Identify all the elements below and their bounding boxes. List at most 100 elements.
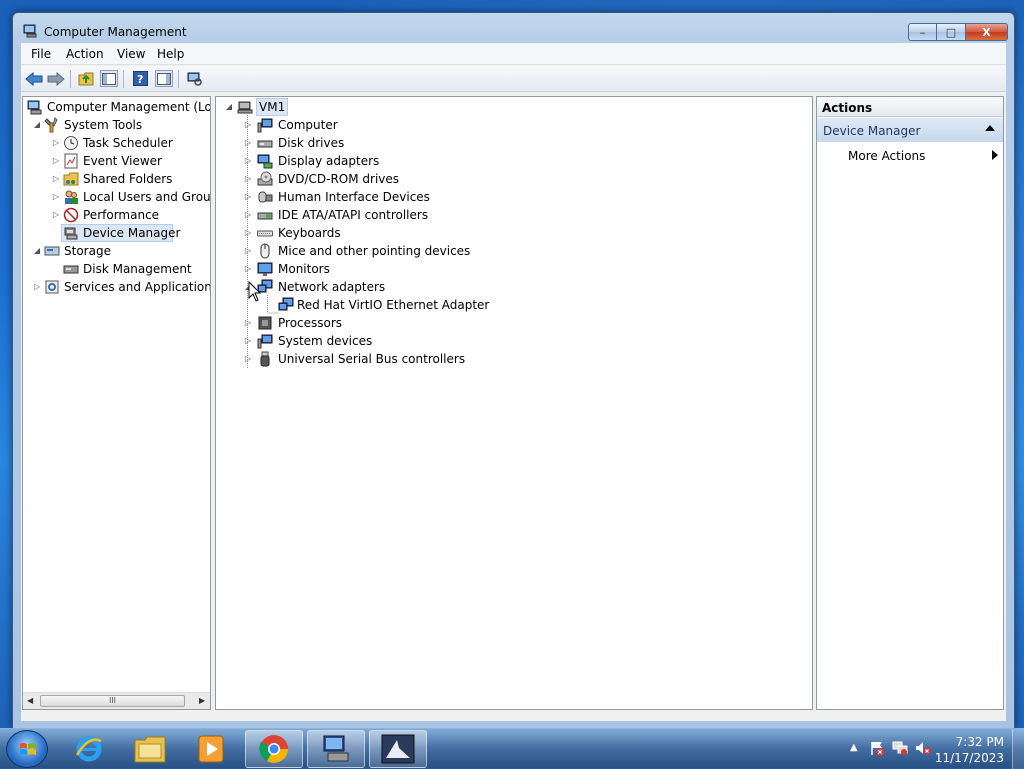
window-client-area: File Action View Help ? Computer Managem… [21, 43, 1006, 721]
title-bar[interactable]: Computer Management – □ X [13, 13, 1014, 43]
device-root-label: VM1 [256, 98, 289, 116]
show-hide-action-pane-icon[interactable] [155, 70, 173, 87]
mouse-icon [260, 243, 270, 259]
expand-arrow-icon[interactable]: ▷ [244, 242, 252, 260]
mouse-cursor-icon [248, 281, 262, 302]
expand-arrow-icon[interactable]: ▷ [244, 260, 252, 278]
expand-arrow-icon[interactable]: ▷ [244, 206, 252, 224]
menu-view[interactable]: View [117, 47, 145, 61]
collapse-arrow-icon[interactable]: ◢ [33, 242, 41, 260]
expand-arrow-icon[interactable]: ▷ [244, 350, 252, 368]
tree-root-label: Computer Management (Local [47, 100, 211, 114]
taskbar-media-player[interactable] [182, 730, 240, 768]
computer-management-icon [323, 735, 349, 762]
monitor-icon [257, 262, 273, 276]
event-viewer-icon [64, 153, 78, 169]
device-category-label: Universal Serial Bus controllers [278, 352, 466, 366]
actions-section-device-manager[interactable]: Device Manager [817, 118, 1003, 142]
expand-arrow-icon[interactable]: ▷ [244, 224, 252, 242]
tree-item-shared-folders[interactable]: ▷ Shared Folders [23, 170, 210, 188]
expand-arrow-icon[interactable]: ▷ [52, 188, 60, 206]
processor-icon [258, 316, 272, 330]
expand-arrow-icon[interactable]: ▷ [52, 206, 60, 224]
start-button[interactable] [6, 730, 48, 768]
scroll-right-icon[interactable]: ▶ [199, 696, 205, 705]
expand-arrow-icon[interactable]: ▷ [244, 314, 252, 332]
minimize-button[interactable]: – [908, 23, 937, 41]
tree-item-task-scheduler[interactable]: ▷ Task Scheduler [23, 134, 210, 152]
tree-item-services-and-applications[interactable]: ▷ Services and Applications [23, 278, 211, 296]
tree-item-performance[interactable]: ▷ Performance [23, 206, 210, 224]
hid-icon [258, 191, 273, 203]
scrollbar-thumb[interactable]: III [40, 695, 185, 707]
expand-arrow-icon[interactable]: ▷ [52, 152, 60, 170]
usb-icon [260, 351, 270, 367]
tree-item-label: Services and Applications [64, 280, 211, 294]
tree-item-system-tools[interactable]: ◢ System Tools [23, 116, 210, 134]
clock-time[interactable]: 7:32 PM [956, 735, 1004, 749]
chrome-icon [259, 735, 288, 763]
collapse-arrow-icon[interactable]: ◢ [33, 116, 41, 134]
horizontal-scrollbar[interactable]: ◀ III ▶ [23, 692, 210, 709]
show-hidden-icons-icon[interactable]: ▲ [850, 742, 858, 753]
maximize-button[interactable]: □ [937, 23, 966, 41]
up-folder-icon[interactable] [77, 70, 95, 87]
volume-muted-icon[interactable] [915, 740, 931, 756]
show-hide-console-tree-icon[interactable] [100, 70, 118, 87]
tree-item-event-viewer[interactable]: ▷ Event Viewer [23, 152, 210, 170]
device-category-label: Keyboards [278, 226, 341, 240]
close-button[interactable]: X [966, 23, 1008, 41]
expand-arrow-icon[interactable]: ▷ [52, 134, 60, 152]
system-tray: ▲ 7:32 PM 11/17/2023 [839, 729, 1024, 769]
collapse-up-icon[interactable] [985, 125, 995, 131]
menu-file[interactable]: File [31, 47, 51, 61]
clock-date[interactable]: 11/17/2023 [935, 751, 1004, 765]
media-player-icon [198, 735, 224, 763]
help-icon[interactable]: ? [131, 70, 149, 87]
scroll-left-icon[interactable]: ◀ [27, 696, 33, 705]
expand-arrow-icon[interactable]: ▷ [52, 170, 60, 188]
disk-icon [63, 265, 79, 274]
display-adapter-icon [257, 154, 273, 169]
forward-icon[interactable] [47, 70, 65, 87]
computer-icon [237, 101, 253, 114]
expand-arrow-icon[interactable]: ▷ [244, 116, 252, 134]
tree-item-device-manager[interactable]: Device Manager [23, 224, 210, 242]
app-icon [381, 734, 415, 764]
device-tree-pane: ◢ VM1 ▷ Computer ▷ Disk drives ▷ Display… [215, 96, 813, 710]
show-desktop-button[interactable] [1012, 729, 1024, 769]
console-tree-pane: Computer Management (Local ◢ System Tool… [22, 96, 211, 710]
taskbar-chrome[interactable] [245, 730, 303, 768]
tree-item-storage[interactable]: ◢ Storage [23, 242, 210, 260]
tree-item-label: Task Scheduler [83, 136, 173, 150]
collapse-arrow-icon[interactable]: ◢ [225, 98, 233, 116]
scan-hardware-icon[interactable] [185, 70, 203, 87]
computer-icon [257, 118, 273, 133]
dvd-icon [257, 171, 273, 186]
tree-item-label: Local Users and Groups [83, 190, 211, 204]
taskbar-windows-explorer[interactable] [121, 730, 179, 768]
menu-action[interactable]: Action [66, 47, 104, 61]
expand-arrow-icon[interactable]: ▷ [33, 278, 41, 296]
back-icon[interactable] [25, 70, 43, 87]
action-center-icon[interactable] [869, 740, 885, 756]
tree-item-local-users-and-groups[interactable]: ▷ Local Users and Groups [23, 188, 211, 206]
device-category-label: Computer [278, 118, 338, 132]
taskbar-app[interactable] [369, 730, 427, 768]
submenu-arrow-icon [992, 150, 998, 160]
more-actions-link[interactable]: More Actions [848, 149, 925, 163]
tree-item-label: Shared Folders [83, 172, 173, 186]
taskbar-computer-management[interactable] [307, 730, 365, 768]
expand-arrow-icon[interactable]: ▷ [244, 188, 252, 206]
network-icon[interactable] [892, 740, 908, 756]
expand-arrow-icon[interactable]: ▷ [244, 134, 252, 152]
device-manager-icon [64, 227, 78, 240]
expand-arrow-icon[interactable]: ▷ [244, 170, 252, 188]
device-category-label: Network adapters [278, 280, 386, 294]
taskbar-internet-explorer[interactable] [60, 730, 118, 768]
tree-item-disk-management[interactable]: Disk Management [23, 260, 210, 278]
menu-help[interactable]: Help [157, 47, 184, 61]
expand-arrow-icon[interactable]: ▷ [244, 332, 252, 350]
device-category-label: Display adapters [278, 154, 380, 168]
expand-arrow-icon[interactable]: ▷ [244, 152, 252, 170]
